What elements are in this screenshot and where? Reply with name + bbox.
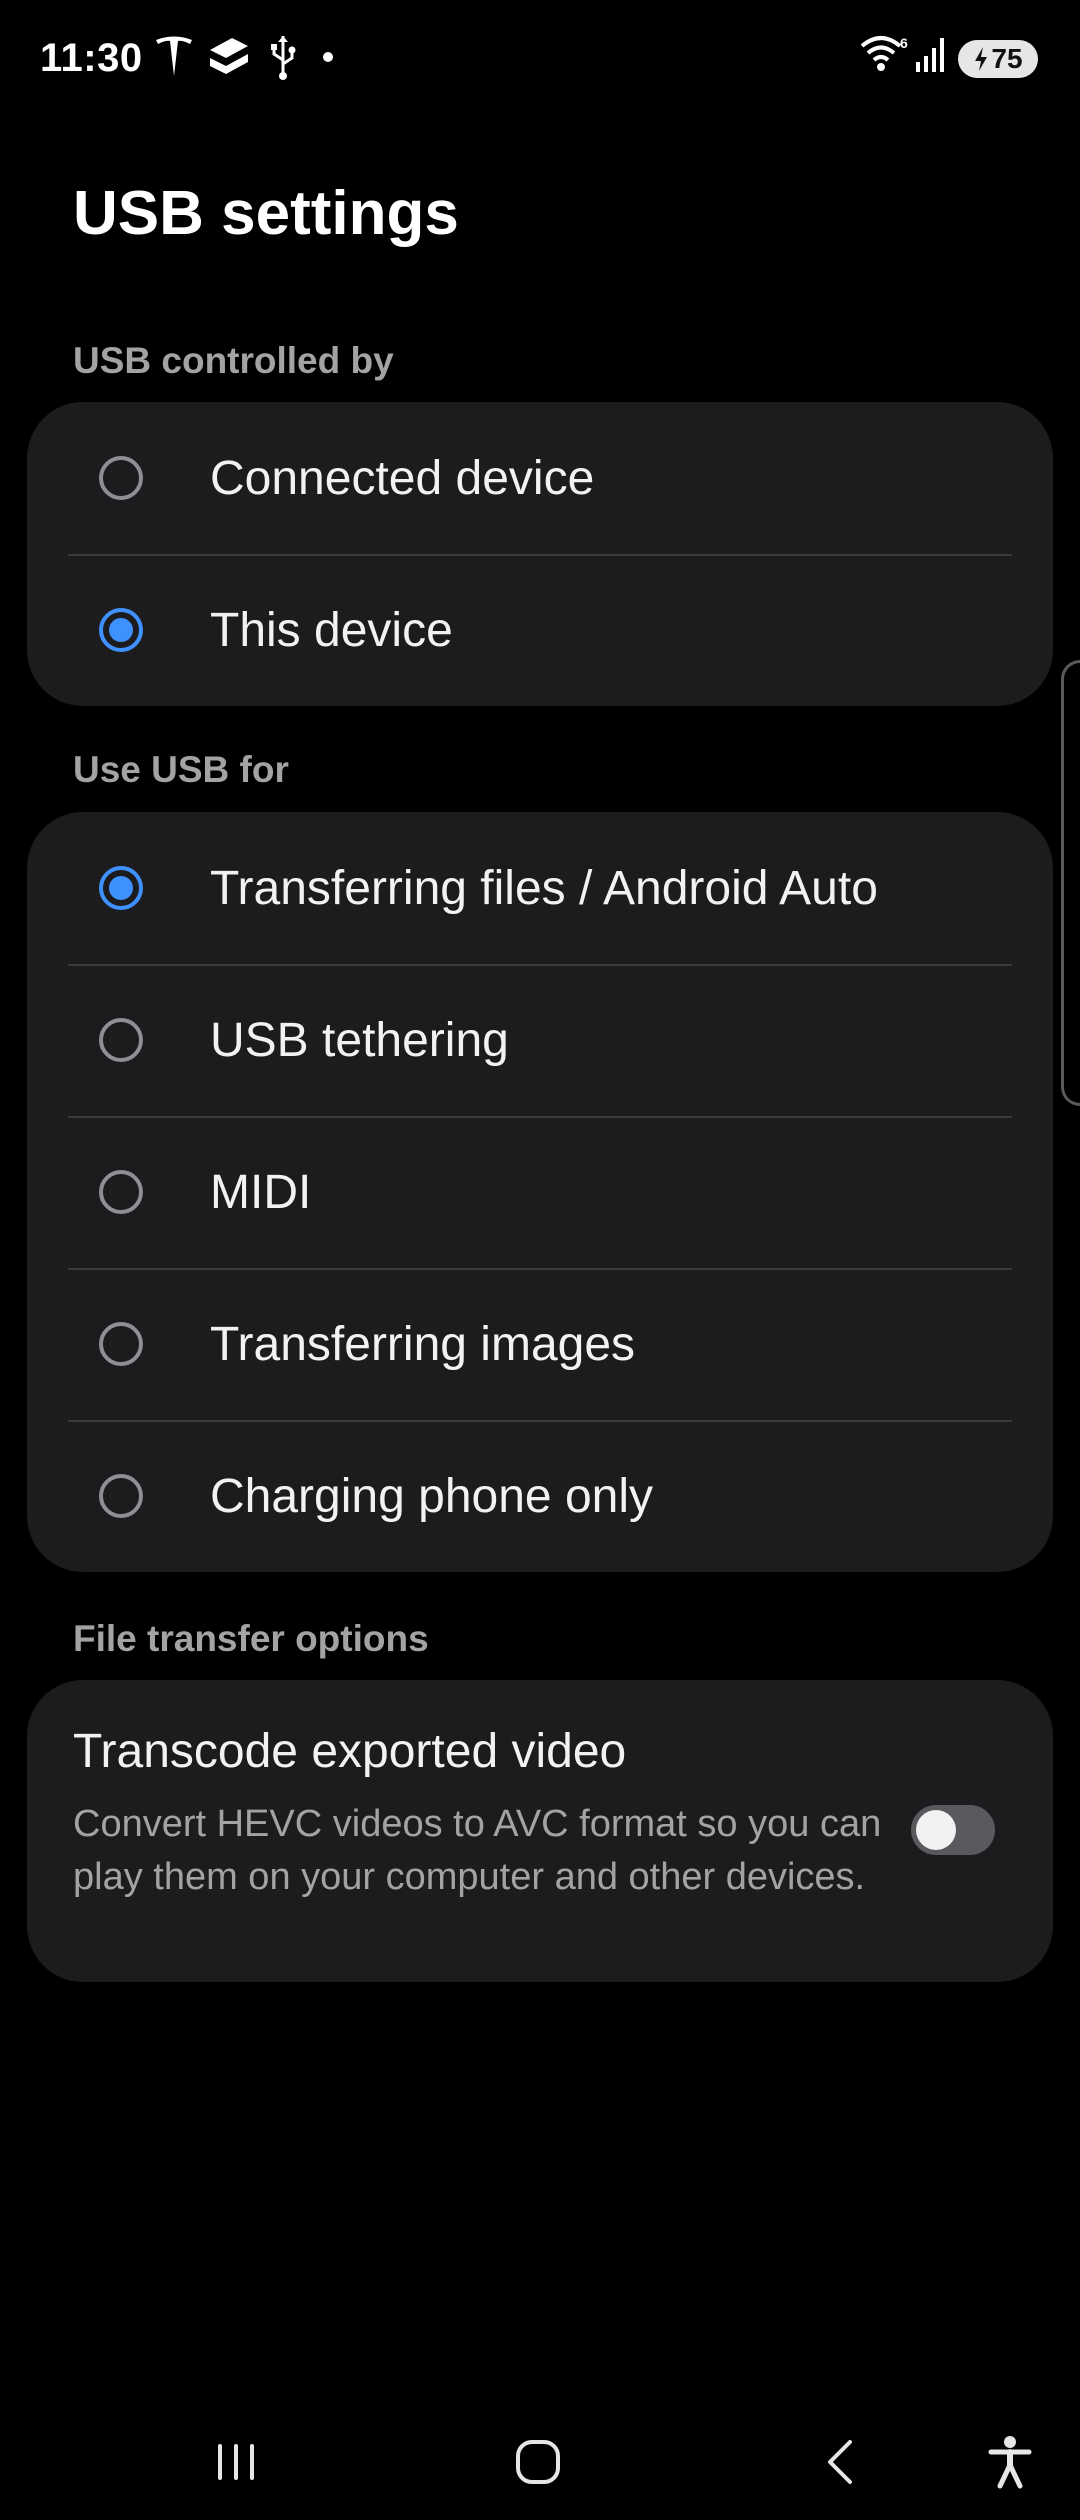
recents-icon [218,2444,254,2480]
option-transferring-images[interactable]: Transferring images [27,1268,1053,1420]
page-title: USB settings [73,179,459,248]
back-button[interactable] [800,2428,880,2496]
option-midi[interactable]: MIDI [27,1116,1053,1268]
signal-icon [916,38,944,72]
battery-indicator: 75 [958,40,1038,78]
option-connected-device[interactable]: Connected device [27,402,1053,554]
option-charging-phone-only[interactable]: Charging phone only [27,1420,1053,1572]
option-label: Transferring images [210,1317,636,1371]
home-icon [516,2440,560,2484]
option-transferring-files[interactable]: Transferring files / Android Auto [27,812,1053,964]
battery-charging-icon [975,47,988,71]
option-label: This device [210,603,453,657]
radio-transferring-files[interactable] [99,866,143,910]
radio-transferring-images[interactable] [99,1322,143,1366]
section-label-file-transfer-options: File transfer options [73,1618,429,1659]
usb-controlled-by-card: Connected device This device [27,402,1053,706]
recents-button[interactable] [196,2428,276,2496]
accessibility-button[interactable] [970,2428,1050,2496]
option-label: Charging phone only [210,1469,653,1523]
accessibility-icon [988,2436,1032,2489]
tesla-icon [156,36,192,76]
wifi-icon: 6 [860,35,908,71]
status-time: 11:30 [40,36,143,80]
toggle-knob [916,1810,956,1850]
option-label: MIDI [210,1165,312,1219]
option-this-device[interactable]: This device [27,554,1053,706]
radio-usb-tethering[interactable] [99,1018,143,1062]
option-label: Transferring files / Android Auto [210,861,878,915]
battery-level: 75 [991,43,1023,74]
home-button[interactable] [498,2428,578,2496]
use-usb-for-card: Transferring files / Android Auto USB te… [27,812,1053,1572]
option-usb-tethering[interactable]: USB tethering [27,964,1053,1116]
radio-connected-device[interactable] [99,456,143,500]
edge-panel-handle[interactable] [1061,660,1080,1106]
signal-badge: 6 [900,35,908,51]
transcode-video-description: Convert HEVC videos to AVC format so you… [73,1803,882,1898]
transcode-video-toggle[interactable] [911,1805,995,1855]
transcode-video-title: Transcode exported video [73,1725,627,1778]
transcode-video-card[interactable]: Transcode exported video Convert HEVC vi… [27,1680,1053,1982]
dot-icon [323,52,333,62]
section-label-usb-controlled-by: USB controlled by [73,340,394,381]
sheets-icon [209,38,249,74]
radio-midi[interactable] [99,1170,143,1214]
section-label-use-usb-for: Use USB for [73,749,289,790]
back-icon [828,2440,852,2484]
radio-this-device[interactable] [99,608,143,652]
option-label: Connected device [210,451,595,505]
status-bar: 11:30 6 75 [0,0,1080,110]
usb-icon [271,36,296,80]
option-label: USB tethering [210,1013,509,1067]
radio-charging-phone-only[interactable] [99,1474,143,1518]
